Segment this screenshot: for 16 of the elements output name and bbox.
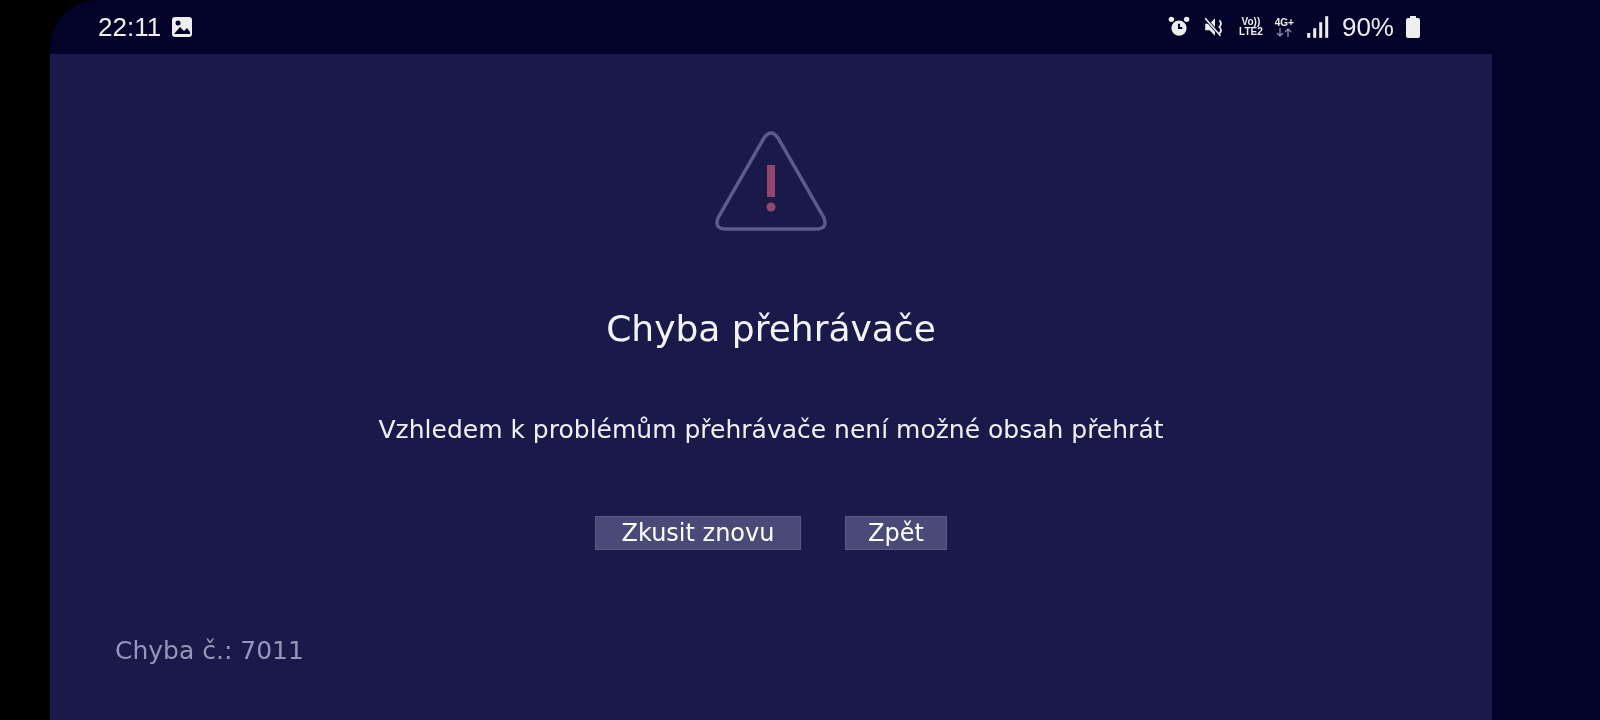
battery-percent: 90% xyxy=(1341,11,1394,43)
data-arrows-icon xyxy=(1275,27,1294,37)
signal-icon xyxy=(1305,15,1330,39)
error-code: Chyba č.: 7011 xyxy=(115,636,304,665)
clock-time: 22:11 xyxy=(98,11,162,43)
lte-label: LTE2 xyxy=(1239,27,1263,37)
volte-label: Vo)) xyxy=(1241,17,1261,27)
dialog-button[interactable]: Zpět xyxy=(845,516,947,550)
error-message: Vzhledem k problémům přehrávače není možné obsah přehrát xyxy=(378,415,1164,444)
alarm-icon xyxy=(1167,15,1192,39)
network-type-label: 4G+ xyxy=(1274,17,1294,28)
dialog-button[interactable]: Zkusit znovu xyxy=(595,516,801,550)
error-title: Chyba přehrávače xyxy=(606,308,936,349)
image-icon xyxy=(171,16,194,38)
battery-icon xyxy=(1406,16,1420,38)
warning-icon xyxy=(714,130,828,232)
